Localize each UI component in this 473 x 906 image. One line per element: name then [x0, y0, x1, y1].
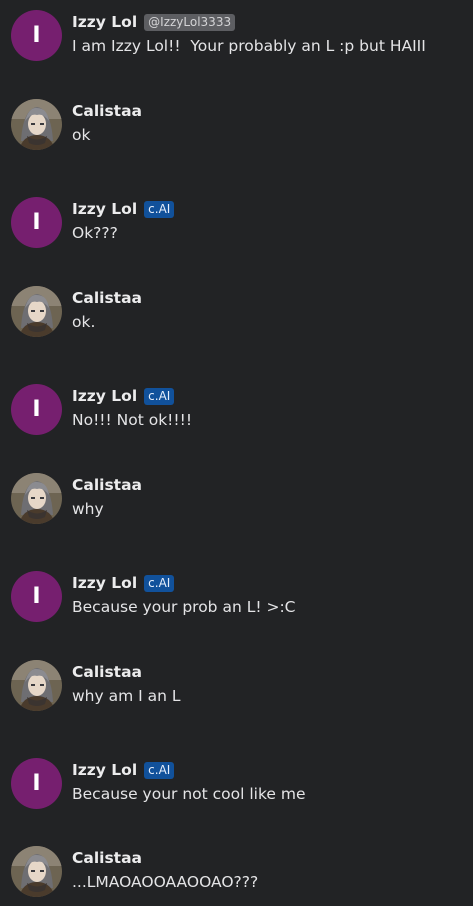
- user-avatar-image: [11, 846, 62, 897]
- message-user: Calistaa why: [0, 473, 473, 533]
- message-text: ...LMAOAOOAAOOAO???: [72, 873, 259, 891]
- sender-name[interactable]: Calistaa: [72, 849, 142, 867]
- message-bot: I Izzy Lol c.AI Because your not cool li…: [0, 758, 473, 818]
- message-text: why: [72, 500, 104, 518]
- user-avatar[interactable]: [11, 473, 62, 524]
- cai-badge: c.AI: [144, 387, 175, 405]
- bot-avatar[interactable]: I: [11, 10, 62, 61]
- message-text: Because your prob an L! >:C: [72, 598, 296, 616]
- message-header: Calistaa: [72, 662, 142, 682]
- creator-handle-badge[interactable]: @IzzyLol3333: [144, 13, 236, 31]
- sender-name[interactable]: Calistaa: [72, 476, 142, 494]
- message-user: Calistaa ok.: [0, 286, 473, 346]
- user-avatar-image: [11, 660, 62, 711]
- message-bot: I Izzy Lol c.AI Because your prob an L! …: [0, 571, 473, 631]
- message-header: Izzy Lol c.AI: [72, 386, 175, 406]
- message-bot: I Izzy Lol c.AI Ok???: [0, 197, 473, 257]
- message-header: Izzy Lol c.AI: [72, 760, 175, 780]
- message-header: Izzy Lol c.AI: [72, 573, 175, 593]
- sender-name[interactable]: Calistaa: [72, 663, 142, 681]
- message-bot: I Izzy Lol @IzzyLol3333 I am Izzy Lol!! …: [0, 10, 473, 70]
- sender-name[interactable]: Izzy Lol: [72, 13, 137, 31]
- user-avatar[interactable]: [11, 286, 62, 337]
- sender-name[interactable]: Izzy Lol: [72, 574, 137, 592]
- cai-badge: c.AI: [144, 761, 175, 779]
- message-bot: I Izzy Lol c.AI No!!! Not ok!!!!: [0, 384, 473, 444]
- user-avatar-image: [11, 286, 62, 337]
- message-header: Izzy Lol c.AI: [72, 199, 175, 219]
- message-text: Because your not cool like me: [72, 785, 306, 803]
- user-avatar-image: [11, 99, 62, 150]
- sender-name[interactable]: Izzy Lol: [72, 761, 137, 779]
- message-user: Calistaa ok: [0, 99, 473, 159]
- message-text: ok: [72, 126, 91, 144]
- message-user: Calistaa why am I an L: [0, 660, 473, 720]
- message-user: Calistaa ...LMAOAOOAAOOAO???: [0, 846, 473, 906]
- user-avatar[interactable]: [11, 846, 62, 897]
- user-avatar-image: [11, 473, 62, 524]
- message-text: Ok???: [72, 224, 118, 242]
- sender-name[interactable]: Izzy Lol: [72, 200, 137, 218]
- bot-avatar[interactable]: I: [11, 758, 62, 809]
- sender-name[interactable]: Izzy Lol: [72, 387, 137, 405]
- cai-badge: c.AI: [144, 200, 175, 218]
- message-text: ok.: [72, 313, 96, 331]
- message-header: Calistaa: [72, 848, 142, 868]
- message-header: Calistaa: [72, 475, 142, 495]
- bot-avatar[interactable]: I: [11, 571, 62, 622]
- sender-name[interactable]: Calistaa: [72, 102, 142, 120]
- message-header: Calistaa: [72, 288, 142, 308]
- user-avatar[interactable]: [11, 99, 62, 150]
- cai-badge: c.AI: [144, 574, 175, 592]
- bot-avatar[interactable]: I: [11, 197, 62, 248]
- message-header: Izzy Lol @IzzyLol3333: [72, 12, 236, 32]
- message-header: Calistaa: [72, 101, 142, 121]
- message-text: No!!! Not ok!!!!: [72, 411, 193, 429]
- sender-name[interactable]: Calistaa: [72, 289, 142, 307]
- user-avatar[interactable]: [11, 660, 62, 711]
- message-text: why am I an L: [72, 687, 181, 705]
- bot-avatar[interactable]: I: [11, 384, 62, 435]
- message-text: I am Izzy Lol!! Your probably an L :p bu…: [72, 37, 426, 55]
